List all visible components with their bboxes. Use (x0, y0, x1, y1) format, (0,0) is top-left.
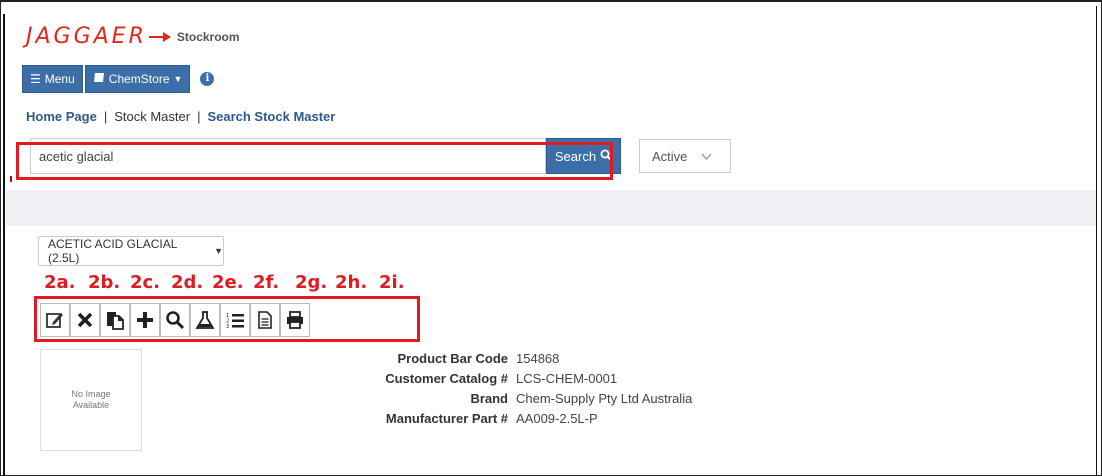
caret-down-icon: ▼ (214, 246, 223, 256)
book-icon (93, 72, 105, 86)
menu-button[interactable]: ☰ Menu (22, 65, 83, 93)
breadcrumb-stock-master[interactable]: Stock Master (114, 109, 190, 124)
app-name: Stockroom (176, 29, 240, 44)
chemical-button[interactable] (190, 303, 220, 337)
info-icon[interactable]: i (200, 72, 215, 86)
product-details: Product Bar Code 154868 Customer Catalog… (300, 348, 692, 428)
annotation-tick-mark (10, 176, 12, 182)
step-label-2f: 2f. (253, 272, 280, 293)
menu-label: Menu (44, 72, 75, 86)
print-button[interactable] (280, 303, 310, 337)
detail-value: 154868 (516, 350, 560, 366)
breadcrumb-separator: | (197, 109, 201, 124)
detail-row: Product Bar Code 154868 (300, 348, 692, 368)
step-label-2c: 2c. (130, 272, 161, 293)
detail-row: Manufacturer Part # AA009-2.5L-P (300, 408, 692, 428)
step-label-2e: 2e. (212, 272, 244, 293)
detail-row: Customer Catalog # LCS-CHEM-0001 (300, 368, 692, 388)
add-icon (137, 312, 153, 328)
step-label-2b: 2b. (88, 272, 121, 293)
logo-arrow-icon (148, 31, 171, 42)
delete-icon (77, 312, 93, 328)
right-divider (1096, 6, 1097, 476)
edit-button[interactable] (40, 303, 70, 337)
detail-label: Manufacturer Part # (385, 410, 508, 426)
product-image-placeholder: No Image Available (40, 349, 142, 451)
caret-down-icon: ▼ (173, 74, 183, 84)
breadcrumb-home[interactable]: Home Page (26, 109, 97, 124)
search-icon (166, 311, 185, 330)
detail-label: Customer Catalog # (385, 370, 508, 386)
search-annotation-box (16, 142, 613, 180)
detail-label: Product Bar Code (397, 350, 508, 366)
document-icon (258, 311, 272, 329)
svg-text:3: 3 (226, 324, 229, 330)
step-label-2h: 2h. (335, 272, 368, 293)
step-label-2d: 2d. (171, 272, 204, 293)
detail-value: LCS-CHEM-0001 (516, 370, 618, 386)
hamburger-icon: ☰ (30, 72, 41, 86)
step-label-2i: 2i. (379, 272, 405, 293)
detail-label: Brand (470, 390, 508, 406)
step-label-2a: 2a. (44, 272, 76, 293)
chevron-down-icon (701, 149, 712, 163)
content-band (6, 190, 1096, 226)
breadcrumb: Home Page | Stock Master | Search Stock … (26, 109, 335, 124)
add-button[interactable] (130, 303, 160, 337)
print-icon (287, 311, 303, 329)
jaggaer-logo[interactable]: JAGGAER Stockroom (26, 24, 240, 49)
logo-text: JAGGAER (26, 24, 147, 49)
document-button[interactable] (250, 303, 280, 337)
copy-icon (107, 312, 124, 330)
detail-value: Chem-Supply Pty Ltd Australia (516, 390, 693, 406)
product-selector-dropdown[interactable]: ACETIC ACID GLACIAL (2.5L) ▼ (38, 236, 224, 266)
status-select[interactable]: Active (639, 139, 731, 173)
ordered-list-button[interactable]: 1 2 3 (220, 303, 250, 337)
delete-button[interactable] (70, 303, 100, 337)
step-labels: 2a. 2b. 2c. 2d. 2e. 2f. 2g. 2h. 2i. (44, 272, 419, 293)
step-label-2g: 2g. (295, 272, 328, 293)
breadcrumb-separator: | (103, 109, 108, 124)
ordered-list-icon: 1 2 3 (226, 313, 244, 330)
chemstore-dropdown-button[interactable]: ChemStore ▼ (84, 65, 191, 93)
detail-value: AA009-2.5L-P (516, 410, 598, 426)
edit-icon (46, 313, 63, 328)
left-divider (3, 14, 5, 476)
product-selector-label: ACETIC ACID GLACIAL (2.5L) (48, 237, 177, 265)
top-button-bar: ☰ Menu ChemStore ▼ i (22, 65, 215, 93)
breadcrumb-search-stock-master[interactable]: Search Stock Master (207, 109, 335, 124)
copy-button[interactable] (100, 303, 130, 337)
product-toolbar: 1 2 3 (40, 303, 310, 338)
chemstore-label: ChemStore (108, 72, 170, 86)
search-product-button[interactable] (160, 303, 190, 337)
no-image-text: No Image Available (71, 389, 111, 410)
flask-icon (195, 311, 215, 329)
detail-row: Brand Chem-Supply Pty Ltd Australia (300, 388, 692, 408)
status-select-value: Active (652, 148, 688, 164)
